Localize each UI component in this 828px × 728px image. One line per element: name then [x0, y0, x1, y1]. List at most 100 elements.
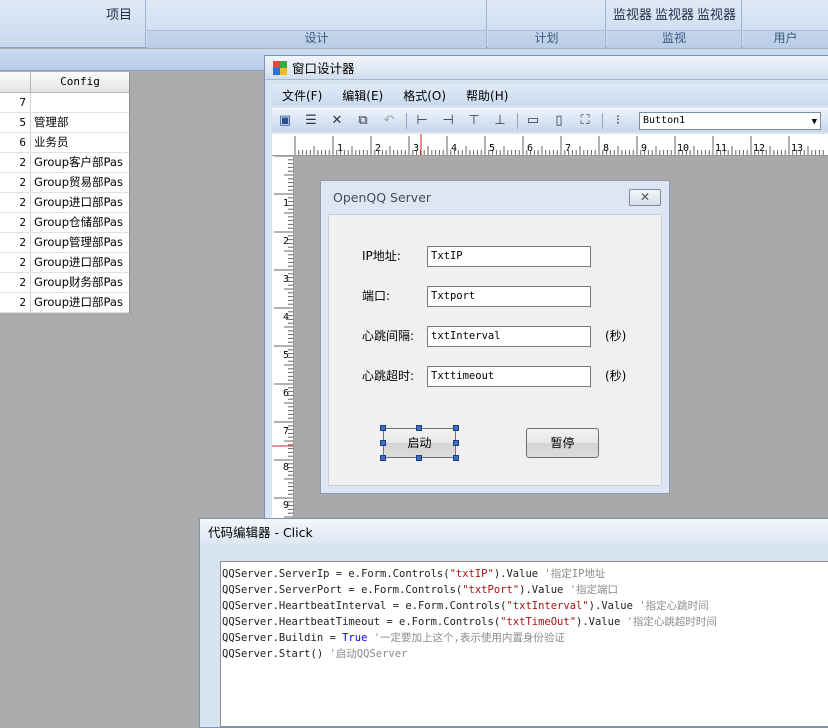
code-comment: '一定要加上这个,表示使用内置身份验证 — [373, 632, 565, 644]
code-line[interactable]: QQServer.ServerPort = e.Form.Controls("t… — [222, 582, 828, 598]
resize-handle-nw[interactable] — [380, 425, 386, 431]
code-line[interactable]: QQServer.Buildin = True '一定要加上这个,表示使用内置身… — [222, 630, 828, 646]
grid-cell-config[interactable]: 管理部 — [31, 113, 129, 132]
align-right-icon[interactable]: ⊣ — [439, 113, 457, 129]
resize-handle-n[interactable] — [416, 425, 422, 431]
code-text: QQServer.HeartbeatInterval = e.Form.Cont… — [222, 600, 507, 612]
table-row[interactable]: 2 Group进口部Pas — [0, 293, 129, 313]
grid-cell-config[interactable]: Group财务部Pas — [31, 273, 129, 292]
code-text: ).Value — [519, 584, 570, 596]
resize-handle-s[interactable] — [416, 455, 422, 461]
grid-cell-config[interactable]: Group管理部Pas — [31, 233, 129, 252]
table-row[interactable]: 2 Group客户部Pas — [0, 153, 129, 173]
same-width-icon[interactable]: ▭ — [524, 113, 542, 129]
grid-cell-num: 2 — [0, 253, 31, 272]
port-textbox[interactable]: Txtport — [427, 286, 591, 307]
resize-handle-ne[interactable] — [453, 425, 459, 431]
grid-cell-config[interactable]: Group贸易部Pas — [31, 173, 129, 192]
ribbon-group-label-plan: 计划 — [534, 31, 559, 45]
menu-file[interactable]: 文件(F) — [282, 87, 322, 104]
code-text: QQServer.ServerPort = e.Form.Controls( — [222, 584, 463, 596]
table-row[interactable]: 7 — [0, 93, 129, 113]
config-grid: Config 7 5 管理部 6 业务员 2 Group客户部Pas 2 Group贸易… — [0, 72, 130, 313]
designer-titlebar[interactable]: 窗口设计器 — [265, 56, 828, 80]
resize-handle-se[interactable] — [453, 455, 459, 461]
form-titlebar[interactable]: OpenQQ Server ✕ — [321, 181, 669, 215]
ruler-horizontal-ticks — [294, 134, 824, 155]
table-row[interactable]: 2 Group财务部Pas — [0, 273, 129, 293]
align-left-icon[interactable]: ⊢ — [413, 113, 431, 129]
code-line[interactable]: QQServer.HeartbeatInterval = e.Form.Cont… — [222, 598, 828, 614]
same-height-icon[interactable]: ▯ — [550, 113, 568, 129]
resize-handle-w[interactable] — [380, 440, 386, 446]
ribbon-monitor-3[interactable]: 监视器 — [697, 4, 736, 23]
ribbon-group-left: 项目 — [0, 0, 146, 48]
pause-button[interactable]: 暂停 — [526, 428, 599, 458]
code-text: QQServer.Start() — [222, 648, 330, 660]
ribbon-group-monitor: 监视器 监视器 监视器 监视 — [607, 0, 742, 48]
ribbon-item-project[interactable]: 项目 — [106, 4, 132, 23]
ribbon-monitor-2[interactable]: 监视器 — [655, 4, 694, 23]
code-line[interactable]: QQServer.ServerIp = e.Form.Controls("txt… — [222, 566, 828, 582]
align-top-icon[interactable]: ⊤ — [465, 113, 483, 129]
code-comment: '启动QQServer — [329, 648, 408, 660]
code-text-area[interactable]: QQServer.ServerIp = e.Form.Controls("txt… — [220, 561, 828, 727]
timeout-unit-label: (秒) — [605, 369, 627, 383]
same-size-icon[interactable]: ⛶ — [576, 113, 594, 129]
grid-cell-num: 2 — [0, 293, 31, 312]
chevron-down-icon[interactable]: ▼ — [812, 114, 817, 130]
menu-help[interactable]: 帮助(H) — [466, 87, 508, 104]
resize-handle-e[interactable] — [453, 440, 459, 446]
grid-cell-config[interactable]: Group客户部Pas — [31, 153, 129, 172]
openqq-form[interactable]: OpenQQ Server ✕ IP地址: TxtIP 端口: Txtport … — [320, 180, 670, 494]
menu-format[interactable]: 格式(O) — [403, 87, 446, 104]
ribbon-group-plan: 计划 — [488, 0, 606, 48]
grid-cell-config[interactable]: Group进口部Pas — [31, 253, 129, 272]
undo-icon[interactable]: ↶ — [380, 113, 398, 129]
table-row[interactable]: 6 业务员 — [0, 133, 129, 153]
grid-header-config[interactable]: Config — [31, 72, 129, 92]
code-string: "txtTimeOut" — [500, 616, 577, 628]
delete-icon[interactable]: ✕ — [328, 113, 346, 129]
code-line[interactable]: QQServer.HeartbeatTimeout = e.Form.Contr… — [222, 614, 828, 630]
designer-toolbar: ▣ ☰ ✕ ⧉ ↶ ⊢ ⊣ ⊤ ⊥ ▭ ▯ ⛶ ⁝ ⋯ Button1 ▼ — [272, 108, 828, 132]
table-row[interactable]: 2 Group进口部Pas — [0, 253, 129, 273]
grid-header: Config — [0, 72, 129, 93]
ruler-horizontal: 1 2 3 4 5 6 7 8 9 10 11 12 13 — [272, 134, 828, 156]
grid-cell-config[interactable]: 业务员 — [31, 133, 129, 152]
ruler-h-label: 10 — [677, 143, 690, 154]
grid-cell-config[interactable]: Group仓储部Pas — [31, 213, 129, 232]
ruler-vertical: 1 2 3 4 5 6 7 8 9 — [272, 156, 294, 534]
code-editor-titlebar[interactable]: 代码编辑器 - Click — [200, 519, 828, 547]
control-selector-combo[interactable]: Button1 ▼ — [639, 112, 821, 130]
code-line[interactable]: QQServer.Start() '启动QQServer — [222, 646, 828, 662]
ruler-v-label: 5 — [283, 350, 290, 361]
copy-icon[interactable]: ⧉ — [354, 113, 372, 129]
menu-edit[interactable]: 编辑(E) — [342, 87, 383, 104]
table-row[interactable]: 2 Group进口部Pas — [0, 193, 129, 213]
interval-textbox[interactable]: txtInterval — [427, 326, 591, 347]
ruler-vertical-ticks — [272, 156, 293, 533]
table-row[interactable]: 5 管理部 — [0, 113, 129, 133]
resize-handle-sw[interactable] — [380, 455, 386, 461]
save-icon[interactable]: ▣ — [276, 113, 294, 129]
grid-cell-config[interactable] — [31, 93, 129, 112]
align-bottom-icon[interactable]: ⊥ — [491, 113, 509, 129]
start-button[interactable]: 启动 — [383, 428, 456, 458]
close-icon[interactable]: ✕ — [629, 189, 661, 206]
interval-unit-label: (秒) — [605, 329, 627, 343]
table-row[interactable]: 2 Group管理部Pas — [0, 233, 129, 253]
grid-cell-num: 2 — [0, 233, 31, 252]
properties-icon[interactable]: ☰ — [302, 113, 320, 129]
code-text: QQServer.Buildin = — [222, 632, 343, 644]
grid-cell-config[interactable]: Group进口部Pas — [31, 193, 129, 212]
timeout-textbox[interactable]: Txttimeout — [427, 366, 591, 387]
ip-textbox[interactable]: TxtIP — [427, 246, 591, 267]
ribbon-monitor-1[interactable]: 监视器 — [613, 4, 652, 23]
grid-cell-config[interactable]: Group进口部Pas — [31, 293, 129, 312]
ruler-h-label: 6 — [527, 143, 534, 154]
table-row[interactable]: 2 Group仓储部Pas — [0, 213, 129, 233]
table-row[interactable]: 2 Group贸易部Pas — [0, 173, 129, 193]
ruler-h-label: 4 — [451, 143, 458, 154]
vertical-spacing-icon[interactable]: ⁝ — [609, 113, 627, 129]
